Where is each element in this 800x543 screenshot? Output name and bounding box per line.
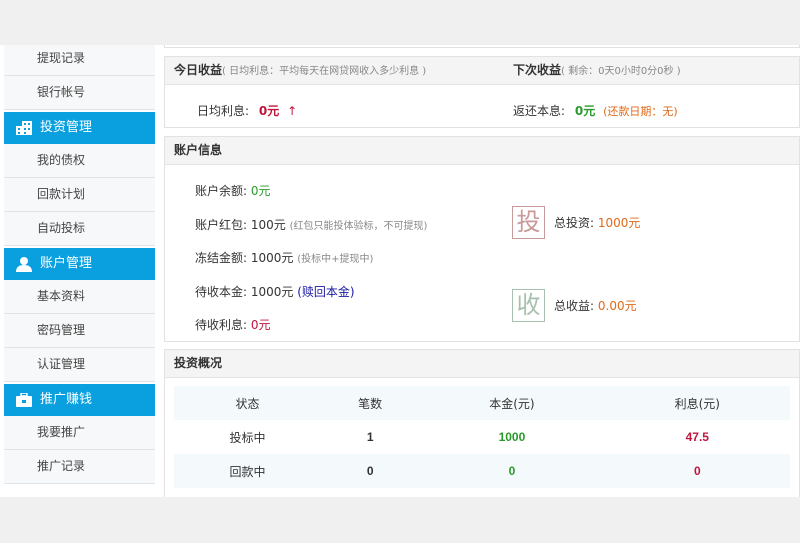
overview-panel: 投资概况 状态 笔数 本金(元) 利息(元) 投标中 1 1000 47.5 回… bbox=[164, 349, 800, 497]
frozen-value: 1000元 bbox=[250, 251, 294, 265]
next-title: 下次收益 bbox=[513, 63, 562, 77]
principal-cell: 1000 bbox=[498, 430, 526, 444]
interest-cell: 47.5 bbox=[685, 430, 709, 444]
sidebar-item-label: 回款计划 bbox=[37, 187, 86, 201]
col-status: 状态 bbox=[235, 396, 260, 411]
overview-header: 投资概况 bbox=[165, 350, 799, 378]
sidebar-item-6[interactable]: 自动投标 bbox=[4, 212, 155, 246]
sidebar-item-5[interactable]: 回款计划 bbox=[4, 178, 155, 212]
sidebar-item-1[interactable]: 提现记录 bbox=[4, 45, 155, 76]
sidebar-item-2[interactable]: 银行帐号 bbox=[4, 76, 155, 110]
today-note: ( 日均利息：平均每天在网贷网收入多少利息 ) bbox=[222, 66, 427, 77]
table-header-row: 状态 笔数 本金(元) 利息(元) bbox=[174, 386, 790, 420]
total-income-value: 0.00元 bbox=[597, 299, 637, 313]
principal-cell: 0 bbox=[508, 464, 516, 478]
sidebar-item-label: 推广赚钱 bbox=[40, 392, 93, 407]
sidebar-item-label: 账户管理 bbox=[40, 256, 93, 271]
account-header: 账户信息 bbox=[165, 137, 799, 165]
account-panel: 账户信息 账户余额: 0元 账户红包: 100元 (红包只能投体验标，不可提现)… bbox=[164, 136, 800, 342]
top-cut-panel bbox=[164, 45, 800, 48]
sidebar-item-label: 推广记录 bbox=[37, 459, 86, 473]
sidebar-item-label: 认证管理 bbox=[37, 357, 86, 371]
sidebar-item-label: 银行帐号 bbox=[37, 85, 86, 99]
table-row: 投标中 1 1000 47.5 bbox=[174, 420, 790, 454]
return-value: 0元 bbox=[574, 104, 596, 118]
total-invest-label: 总投资: bbox=[554, 216, 595, 230]
total-income-label: 总收益: bbox=[554, 299, 595, 313]
overview-table: 状态 笔数 本金(元) 利息(元) 投标中 1 1000 47.5 回款中 0 … bbox=[174, 386, 790, 488]
income-stamp-icon: 收 bbox=[512, 289, 545, 322]
user-icon bbox=[16, 256, 40, 272]
status-cell: 投标中 bbox=[229, 430, 266, 445]
return-date: (还款日期：无) bbox=[603, 105, 678, 118]
sidebar-item-10[interactable]: 认证管理 bbox=[4, 348, 155, 382]
count-cell: 1 bbox=[366, 430, 374, 444]
interest-label: 待收利息: bbox=[195, 318, 248, 332]
sidebar-item-label: 自动投标 bbox=[37, 221, 86, 235]
invest-stamp-icon: 投 bbox=[512, 206, 545, 239]
principal-value: 1000元 bbox=[250, 285, 294, 299]
daily-interest-value: 0元 bbox=[258, 104, 280, 118]
sidebar-item-label: 投资管理 bbox=[40, 120, 93, 135]
arrow-up-icon: ↑ bbox=[287, 104, 298, 118]
balance-value: 0元 bbox=[250, 184, 271, 198]
sidebar-item-8[interactable]: 基本资料 bbox=[4, 280, 155, 314]
redeem-principal-link[interactable]: (赎回本金) bbox=[297, 285, 354, 299]
sidebar-item-7[interactable]: 账户管理 bbox=[4, 248, 155, 280]
sidebar: 提现记录银行帐号投资管理我的债权回款计划自动投标账户管理基本资料密码管理认证管理… bbox=[4, 45, 155, 484]
sidebar-item-13[interactable]: 推广记录 bbox=[4, 450, 155, 484]
next-note: ( 剩余：0天0小时0分0秒 ) bbox=[561, 66, 681, 77]
frozen-label: 冻结金额: bbox=[195, 251, 248, 265]
bonus-label: 账户红包: bbox=[195, 218, 248, 232]
sidebar-item-label: 我的债权 bbox=[37, 153, 86, 167]
total-invest-value: 1000元 bbox=[597, 216, 641, 230]
earnings-header: 今日收益( 日均利息：平均每天在网贷网收入多少利息 ) 下次收益( 剩余：0天0… bbox=[165, 57, 799, 85]
interest-cell: 0 bbox=[693, 464, 701, 478]
sidebar-item-9[interactable]: 密码管理 bbox=[4, 314, 155, 348]
sidebar-item-label: 密码管理 bbox=[37, 323, 86, 337]
interest-value: 0元 bbox=[250, 318, 271, 332]
return-label: 返还本息: bbox=[513, 104, 566, 118]
bonus-note: (红包只能投体验标，不可提现) bbox=[289, 221, 428, 232]
table-row: 回款中 0 0 0 bbox=[174, 454, 790, 488]
sidebar-item-4[interactable]: 我的债权 bbox=[4, 144, 155, 178]
sidebar-item-label: 我要推广 bbox=[37, 425, 86, 439]
daily-interest-label: 日均利息: bbox=[197, 104, 250, 118]
briefcase-icon bbox=[16, 393, 40, 407]
sidebar-item-label: 提现记录 bbox=[37, 51, 86, 65]
sidebar-item-12[interactable]: 我要推广 bbox=[4, 416, 155, 450]
sidebar-item-label: 基本资料 bbox=[37, 289, 86, 303]
sidebar-item-11[interactable]: 推广赚钱 bbox=[4, 384, 155, 416]
col-count: 笔数 bbox=[358, 396, 383, 411]
col-principal: 本金(元) bbox=[489, 396, 535, 411]
count-cell: 0 bbox=[366, 464, 374, 478]
principal-label: 待收本金: bbox=[195, 285, 248, 299]
col-interest: 利息(元) bbox=[674, 396, 720, 411]
balance-label: 账户余额: bbox=[195, 184, 248, 198]
status-cell: 回款中 bbox=[229, 464, 266, 479]
today-title: 今日收益 bbox=[174, 63, 223, 77]
building-icon bbox=[16, 121, 40, 135]
frozen-note: (投标中+提现中) bbox=[297, 254, 374, 265]
earnings-panel: 今日收益( 日均利息：平均每天在网贷网收入多少利息 ) 下次收益( 剩余：0天0… bbox=[164, 56, 800, 128]
bonus-value: 100元 bbox=[250, 218, 286, 232]
sidebar-item-3[interactable]: 投资管理 bbox=[4, 112, 155, 144]
